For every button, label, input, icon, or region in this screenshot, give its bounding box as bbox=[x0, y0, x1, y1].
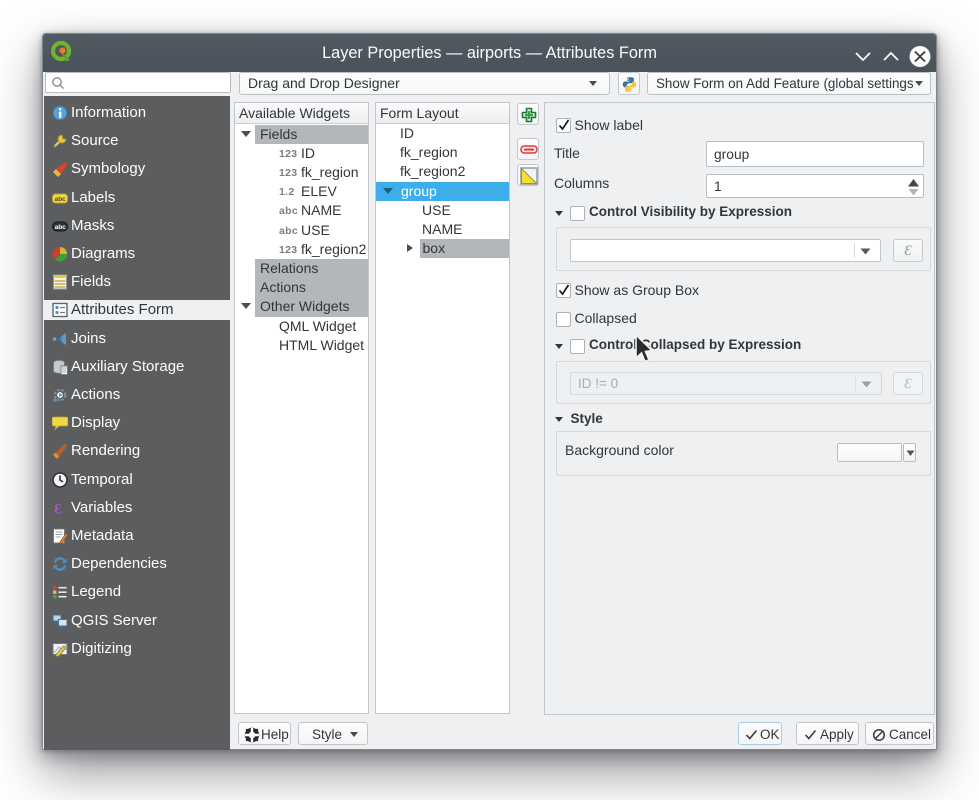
svg-text:abc: abc bbox=[55, 224, 67, 231]
svg-text:abc: abc bbox=[55, 196, 67, 203]
svg-text:Ɛ: Ɛ bbox=[54, 501, 62, 516]
